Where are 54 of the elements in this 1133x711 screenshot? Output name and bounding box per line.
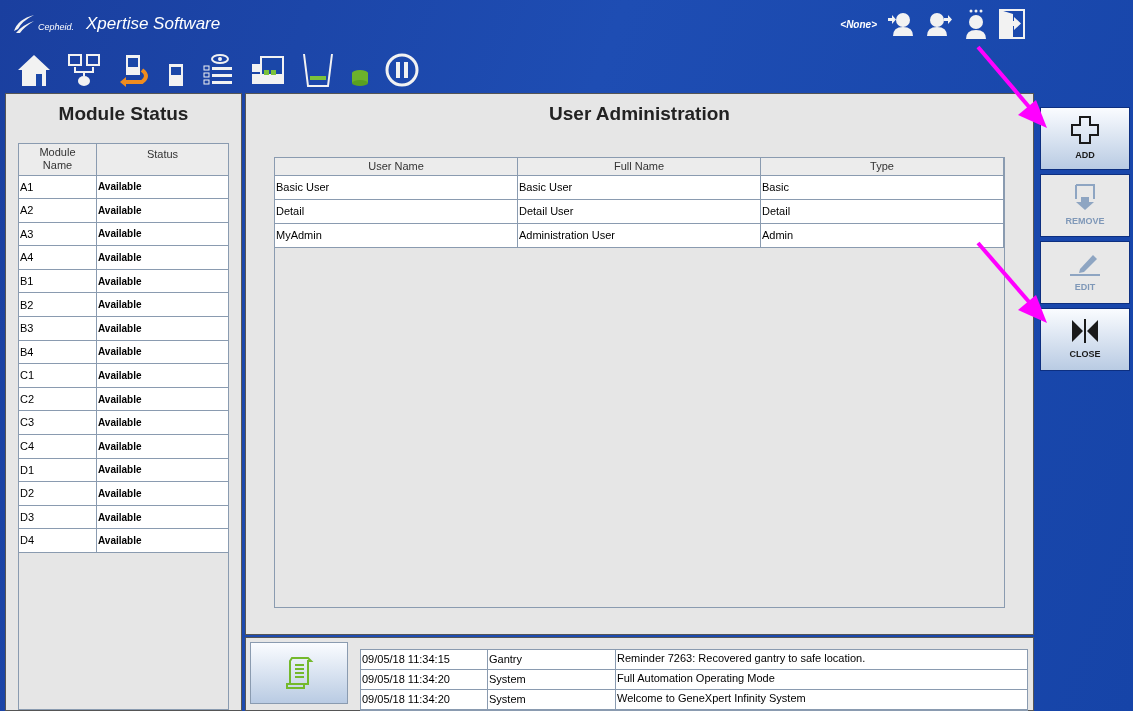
database-icon[interactable]: [350, 68, 370, 88]
column-header: Status: [97, 143, 228, 176]
table-cell[interactable]: Basic: [761, 175, 1004, 200]
exit-door-icon[interactable]: [999, 9, 1025, 39]
table-cell: System: [488, 690, 616, 710]
panel-title: User Administration: [548, 102, 731, 126]
table-cell: C4: [19, 435, 97, 459]
table-cell: C1: [19, 364, 97, 388]
current-user: <None>: [840, 17, 877, 32]
column-header: Module Name: [19, 143, 97, 176]
collapse-icon: [1070, 317, 1100, 344]
table-cell[interactable]: MyAdmin: [275, 223, 518, 248]
pause-icon[interactable]: [384, 52, 420, 88]
instrument-icon[interactable]: [166, 62, 186, 88]
panel-title: Module Status: [57, 102, 190, 126]
scroll-icon: [284, 656, 314, 690]
table-cell: 09/05/18 11:34:20: [361, 690, 488, 710]
table-cell[interactable]: Basic User: [518, 175, 761, 200]
table-cell: Available: [97, 529, 228, 553]
table-cell[interactable]: Detail User: [518, 199, 761, 224]
table-cell[interactable]: Administration User: [518, 223, 761, 248]
table-cell[interactable]: Detail: [761, 199, 1004, 224]
home-icon[interactable]: [16, 52, 52, 88]
table-cell: D4: [19, 529, 97, 553]
table-cell[interactable]: Admin: [761, 223, 1004, 248]
table-cell: A4: [19, 246, 97, 270]
app-title: Xpertise Software: [86, 13, 221, 36]
table-cell: Available: [97, 246, 228, 270]
table-cell: Available: [97, 364, 228, 388]
column-header: User Name: [275, 157, 518, 176]
plus-icon: [1070, 114, 1100, 145]
logo-icon: [12, 13, 36, 35]
table-cell: Available: [97, 317, 228, 341]
action-button[interactable]: CLOSE: [1040, 308, 1130, 371]
action-button[interactable]: ADD: [1040, 107, 1130, 170]
table-cell: Available: [97, 435, 228, 459]
table-cell: D2: [19, 482, 97, 506]
bin-icon[interactable]: [300, 52, 336, 88]
tray-arrow-icon: [1073, 182, 1097, 211]
table-cell: A2: [19, 199, 97, 223]
network-icon[interactable]: [66, 52, 102, 88]
table-cell: Welcome to GeneXpert Infinity System: [616, 690, 1027, 710]
column-header: Full Name: [518, 157, 761, 176]
user-logout-icon[interactable]: [925, 12, 953, 36]
user-login-icon[interactable]: [887, 12, 915, 36]
table-cell[interactable]: Basic User: [275, 175, 518, 200]
table-cell: B3: [19, 317, 97, 341]
table-cell: Available: [97, 482, 228, 506]
log-button[interactable]: [250, 642, 348, 704]
brand-name: Cepheid.: [38, 20, 75, 34]
table-cell: Available: [97, 199, 228, 223]
column-header: Type: [761, 157, 1004, 176]
user-options-icon[interactable]: [963, 9, 989, 39]
table-cell[interactable]: Detail: [275, 199, 518, 224]
